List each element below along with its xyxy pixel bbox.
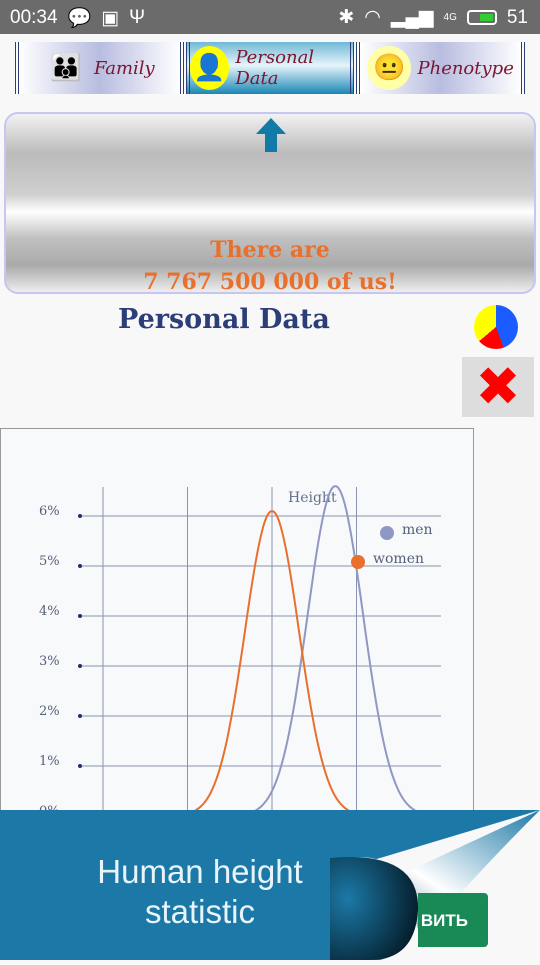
y-tick-label: 4% [39,604,60,619]
legend-label-men: men [402,522,433,538]
y-tick-label: 5% [39,554,60,569]
y-tick-dot [78,514,82,518]
y-tick-dot [78,714,82,718]
legend-marker-men [380,526,394,540]
face-icon: 😐 [367,46,412,90]
tab-personal-data[interactable]: 👤 Personal Data [185,42,355,94]
install-button[interactable]: ВИТЬ [418,893,488,947]
battery-icon [466,10,497,25]
page-title: Personal Data [118,304,330,335]
population-count: 7 767 500 000 of us! [143,269,397,295]
tab-label: Phenotype [417,57,514,79]
close-button[interactable]: ✖ [462,357,534,417]
y-tick-dot [78,614,82,618]
legend-marker-women [351,555,365,569]
y-tick-label: 6% [39,504,60,519]
y-tick-dot [78,764,82,768]
y-tick-label: 2% [39,704,60,719]
population-banner[interactable]: There are 7 767 500 000 of us! [4,112,536,295]
image-icon: ▣ [101,7,120,29]
tab-family[interactable]: 👪 Family [15,42,184,94]
wifi-icon: ◠ [364,7,381,28]
series-line-men [77,485,450,817]
family-icon: 👪 [49,53,83,83]
pie-chart-icon[interactable] [474,305,518,349]
legend-label-women: women [373,551,424,567]
tab-phenotype[interactable]: 😐 Phenotype [356,42,526,94]
bluetooth-icon: ✱ [338,7,355,28]
tab-label: Family [93,57,155,79]
network-type: 4G [443,12,457,23]
person-icon: 👤 [189,46,230,90]
banner-line1: There are [210,237,330,263]
clock: 00:34 [10,7,58,28]
y-tick-dot [78,564,82,568]
tab-bar: 👪 Family 👤 Personal Data 😐 Phenotype [14,42,526,96]
y-tick-label: 1% [39,754,60,769]
y-tick-dot [78,664,82,668]
signal-icon: ▂▄▆ [390,7,434,28]
arrow-up-icon[interactable] [256,118,286,152]
status-bar: 00:34 💬 ▣ Ψ ✱ ◠ ▂▄▆ 4G 51 [0,0,540,34]
message-icon: 💬 [67,8,92,29]
battery-level: 51 [506,6,528,28]
usb-icon: Ψ [129,7,146,28]
tab-label: Personal Data [235,47,315,89]
y-tick-label: 3% [39,654,60,669]
